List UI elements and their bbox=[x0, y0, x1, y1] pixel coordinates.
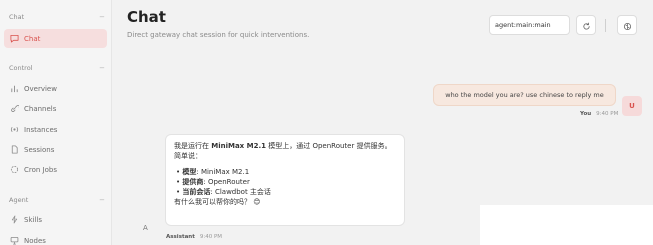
avatar: A bbox=[143, 224, 148, 232]
list-item-value: : OpenRouter bbox=[203, 178, 250, 186]
session-key-input[interactable] bbox=[489, 15, 570, 35]
sidebar-item-label: Skills bbox=[24, 215, 42, 224]
sidebar-item-label: Instances bbox=[24, 125, 58, 134]
collapse-icon[interactable]: − bbox=[99, 196, 105, 204]
message-sender: Assistant bbox=[166, 234, 195, 240]
sidebar-item-label: Overview bbox=[24, 84, 57, 93]
loader-icon bbox=[9, 165, 19, 175]
collapse-icon[interactable]: − bbox=[99, 13, 105, 21]
collapse-icon[interactable]: − bbox=[99, 64, 105, 72]
sidebar-item-label: Sessions bbox=[24, 145, 55, 154]
bar-chart-icon bbox=[9, 84, 19, 94]
refresh-button[interactable] bbox=[576, 15, 596, 35]
link-icon bbox=[9, 104, 19, 114]
sidebar-item-skills[interactable]: Skills bbox=[4, 210, 107, 229]
file-icon bbox=[9, 145, 19, 155]
message-line: 有什么我可以帮你的吗？ 😊 bbox=[174, 198, 261, 206]
list-item-key: 当前会话 bbox=[182, 188, 211, 196]
zap-icon bbox=[9, 215, 19, 225]
message-time: 9:40 PM bbox=[596, 111, 619, 117]
sidebar-item-sessions[interactable]: Sessions bbox=[4, 140, 107, 159]
sidebar-item-cron-jobs[interactable]: Cron Jobs bbox=[4, 160, 107, 179]
sidebar-section-agent[interactable]: Agent − bbox=[9, 196, 105, 204]
model-name: MiniMax M2.1 bbox=[211, 142, 266, 150]
sidebar: Chat − Chat Control − Overview Channels … bbox=[0, 0, 112, 245]
compose-area bbox=[480, 205, 653, 245]
list-item-value: : Clawdbot 主会话 bbox=[210, 188, 271, 196]
text-span: 我是运行在 bbox=[174, 142, 212, 150]
focus-mode-button[interactable] bbox=[617, 15, 637, 35]
section-heading-control: Control bbox=[9, 64, 33, 72]
page-title: Chat bbox=[127, 8, 166, 26]
sidebar-item-label: Nodes bbox=[24, 236, 46, 245]
sidebar-item-channels[interactable]: Channels bbox=[4, 99, 107, 118]
refresh-icon bbox=[582, 16, 591, 35]
sidebar-item-label: Chat bbox=[24, 34, 41, 43]
user-message-text: who the model you are? use chinese to re… bbox=[445, 91, 604, 99]
text-span: 模型上，通过 OpenRouter 提供服务。 bbox=[266, 142, 392, 150]
message-square-icon bbox=[9, 34, 19, 44]
assistant-message-bubble: 我是运行在 MiniMax M2.1 模型上，通过 OpenRouter 提供服… bbox=[165, 134, 405, 226]
user-message-bubble: who the model you are? use chinese to re… bbox=[433, 84, 616, 106]
sidebar-item-label: Cron Jobs bbox=[24, 165, 57, 174]
avatar: U bbox=[622, 96, 642, 116]
message-line: 我是运行在 MiniMax M2.1 模型上，通过 OpenRouter 提供服… bbox=[174, 141, 396, 151]
sidebar-item-label: Channels bbox=[24, 104, 57, 113]
user-message-meta: You 9:40 PM bbox=[580, 111, 618, 117]
section-heading-agent: Agent bbox=[9, 196, 29, 204]
radio-icon bbox=[9, 125, 19, 135]
message-sender: You bbox=[580, 111, 592, 117]
sidebar-item-nodes[interactable]: Nodes bbox=[4, 231, 107, 245]
list-item-value: : MiniMax M2.1 bbox=[196, 168, 250, 176]
list-item: 当前会话: Clawdbot 主会话 bbox=[174, 187, 396, 197]
brain-icon bbox=[623, 16, 632, 35]
sidebar-item-instances[interactable]: Instances bbox=[4, 120, 107, 139]
sidebar-item-chat[interactable]: Chat bbox=[4, 29, 107, 48]
message-time: 9:40 PM bbox=[199, 234, 223, 240]
list-item-key: 模型 bbox=[182, 168, 197, 176]
sidebar-section-control[interactable]: Control − bbox=[9, 64, 105, 72]
page-subtitle: Direct gateway chat session for quick in… bbox=[127, 31, 310, 39]
sidebar-section-chat[interactable]: Chat − bbox=[9, 13, 105, 21]
list-item: 提供商: OpenRouter bbox=[174, 177, 396, 187]
section-heading-chat: Chat bbox=[9, 13, 25, 21]
toolbar-divider bbox=[605, 19, 606, 32]
assistant-message-meta: Assistant 9:40 PM bbox=[166, 234, 222, 240]
list-item: 模型: MiniMax M2.1 bbox=[174, 167, 396, 177]
message-line: 简单说： bbox=[174, 152, 202, 160]
sidebar-item-overview[interactable]: Overview bbox=[4, 79, 107, 98]
list-item-key: 提供商 bbox=[182, 178, 204, 186]
monitor-icon bbox=[9, 236, 19, 245]
